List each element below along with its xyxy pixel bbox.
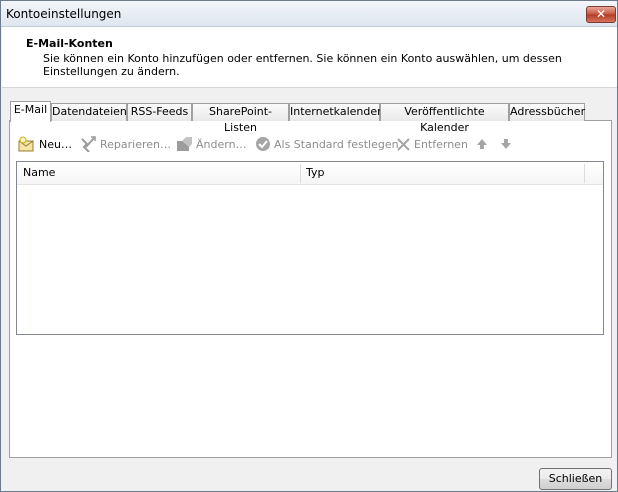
column-header-name[interactable]: Name [23, 162, 55, 184]
change-button[interactable]: Ändern… [176, 135, 247, 153]
change-label: Ändern… [196, 137, 247, 151]
repair-button[interactable]: Reparieren… [80, 135, 171, 153]
header-description: Sie können ein Konto hinzufügen oder ent… [43, 52, 562, 78]
arrow-up-icon [477, 139, 487, 149]
header-title: E-Mail-Konten [26, 37, 113, 50]
new-account-label: Neu… [39, 137, 72, 151]
repair-label: Reparieren… [100, 137, 172, 151]
column-divider[interactable] [584, 164, 585, 183]
set-default-label: Als Standard festlegen [274, 137, 399, 151]
move-up-button[interactable] [476, 135, 491, 153]
account-list[interactable]: Name Typ [16, 161, 604, 335]
checkmark-circle-icon [256, 137, 270, 151]
window-title: Kontoeinstellungen [6, 7, 122, 21]
tab-internet-calendars[interactable]: Internetkalender [289, 103, 382, 121]
remove-label: Entfernen [414, 137, 468, 151]
tab-data-files[interactable]: Datendateien [51, 103, 127, 121]
tab-address-books[interactable]: Adressbücher [509, 103, 585, 121]
dialog-header: E-Mail-Konten Sie können ein Konto hinzu… [2, 27, 617, 88]
arrow-down-icon [501, 139, 511, 149]
column-divider[interactable] [300, 164, 301, 183]
remove-button[interactable]: Entfernen [396, 135, 468, 153]
repair-tools-icon [81, 136, 96, 152]
title-bar: Kontoeinstellungen ✕ [1, 1, 617, 27]
tab-published-calendars[interactable]: Veröffentlichte Kalender [380, 103, 509, 134]
column-header-type[interactable]: Typ [306, 162, 325, 184]
account-settings-dialog: Kontoeinstellungen ✕ E-Mail-Konten Sie k… [0, 0, 618, 492]
tab-email[interactable]: E-Mail [10, 101, 51, 122]
new-account-icon [18, 136, 34, 152]
new-account-button[interactable]: Neu… [18, 135, 72, 153]
close-window-button[interactable]: ✕ [586, 6, 616, 23]
account-list-header: Name Typ [17, 162, 603, 185]
tab-sharepoint-lists[interactable]: SharePoint-Listen [192, 103, 289, 134]
close-button[interactable]: Schließen [539, 468, 612, 490]
close-icon: ✕ [595, 7, 607, 21]
tab-rss-feeds[interactable]: RSS-Feeds [127, 103, 192, 121]
set-default-button[interactable]: Als Standard festlegen [255, 135, 399, 153]
change-icon [177, 137, 192, 151]
remove-x-icon [397, 138, 410, 151]
move-down-button[interactable] [500, 135, 515, 153]
account-toolbar: Neu… Reparieren… Ändern… Als Standard fe… [10, 135, 600, 153]
